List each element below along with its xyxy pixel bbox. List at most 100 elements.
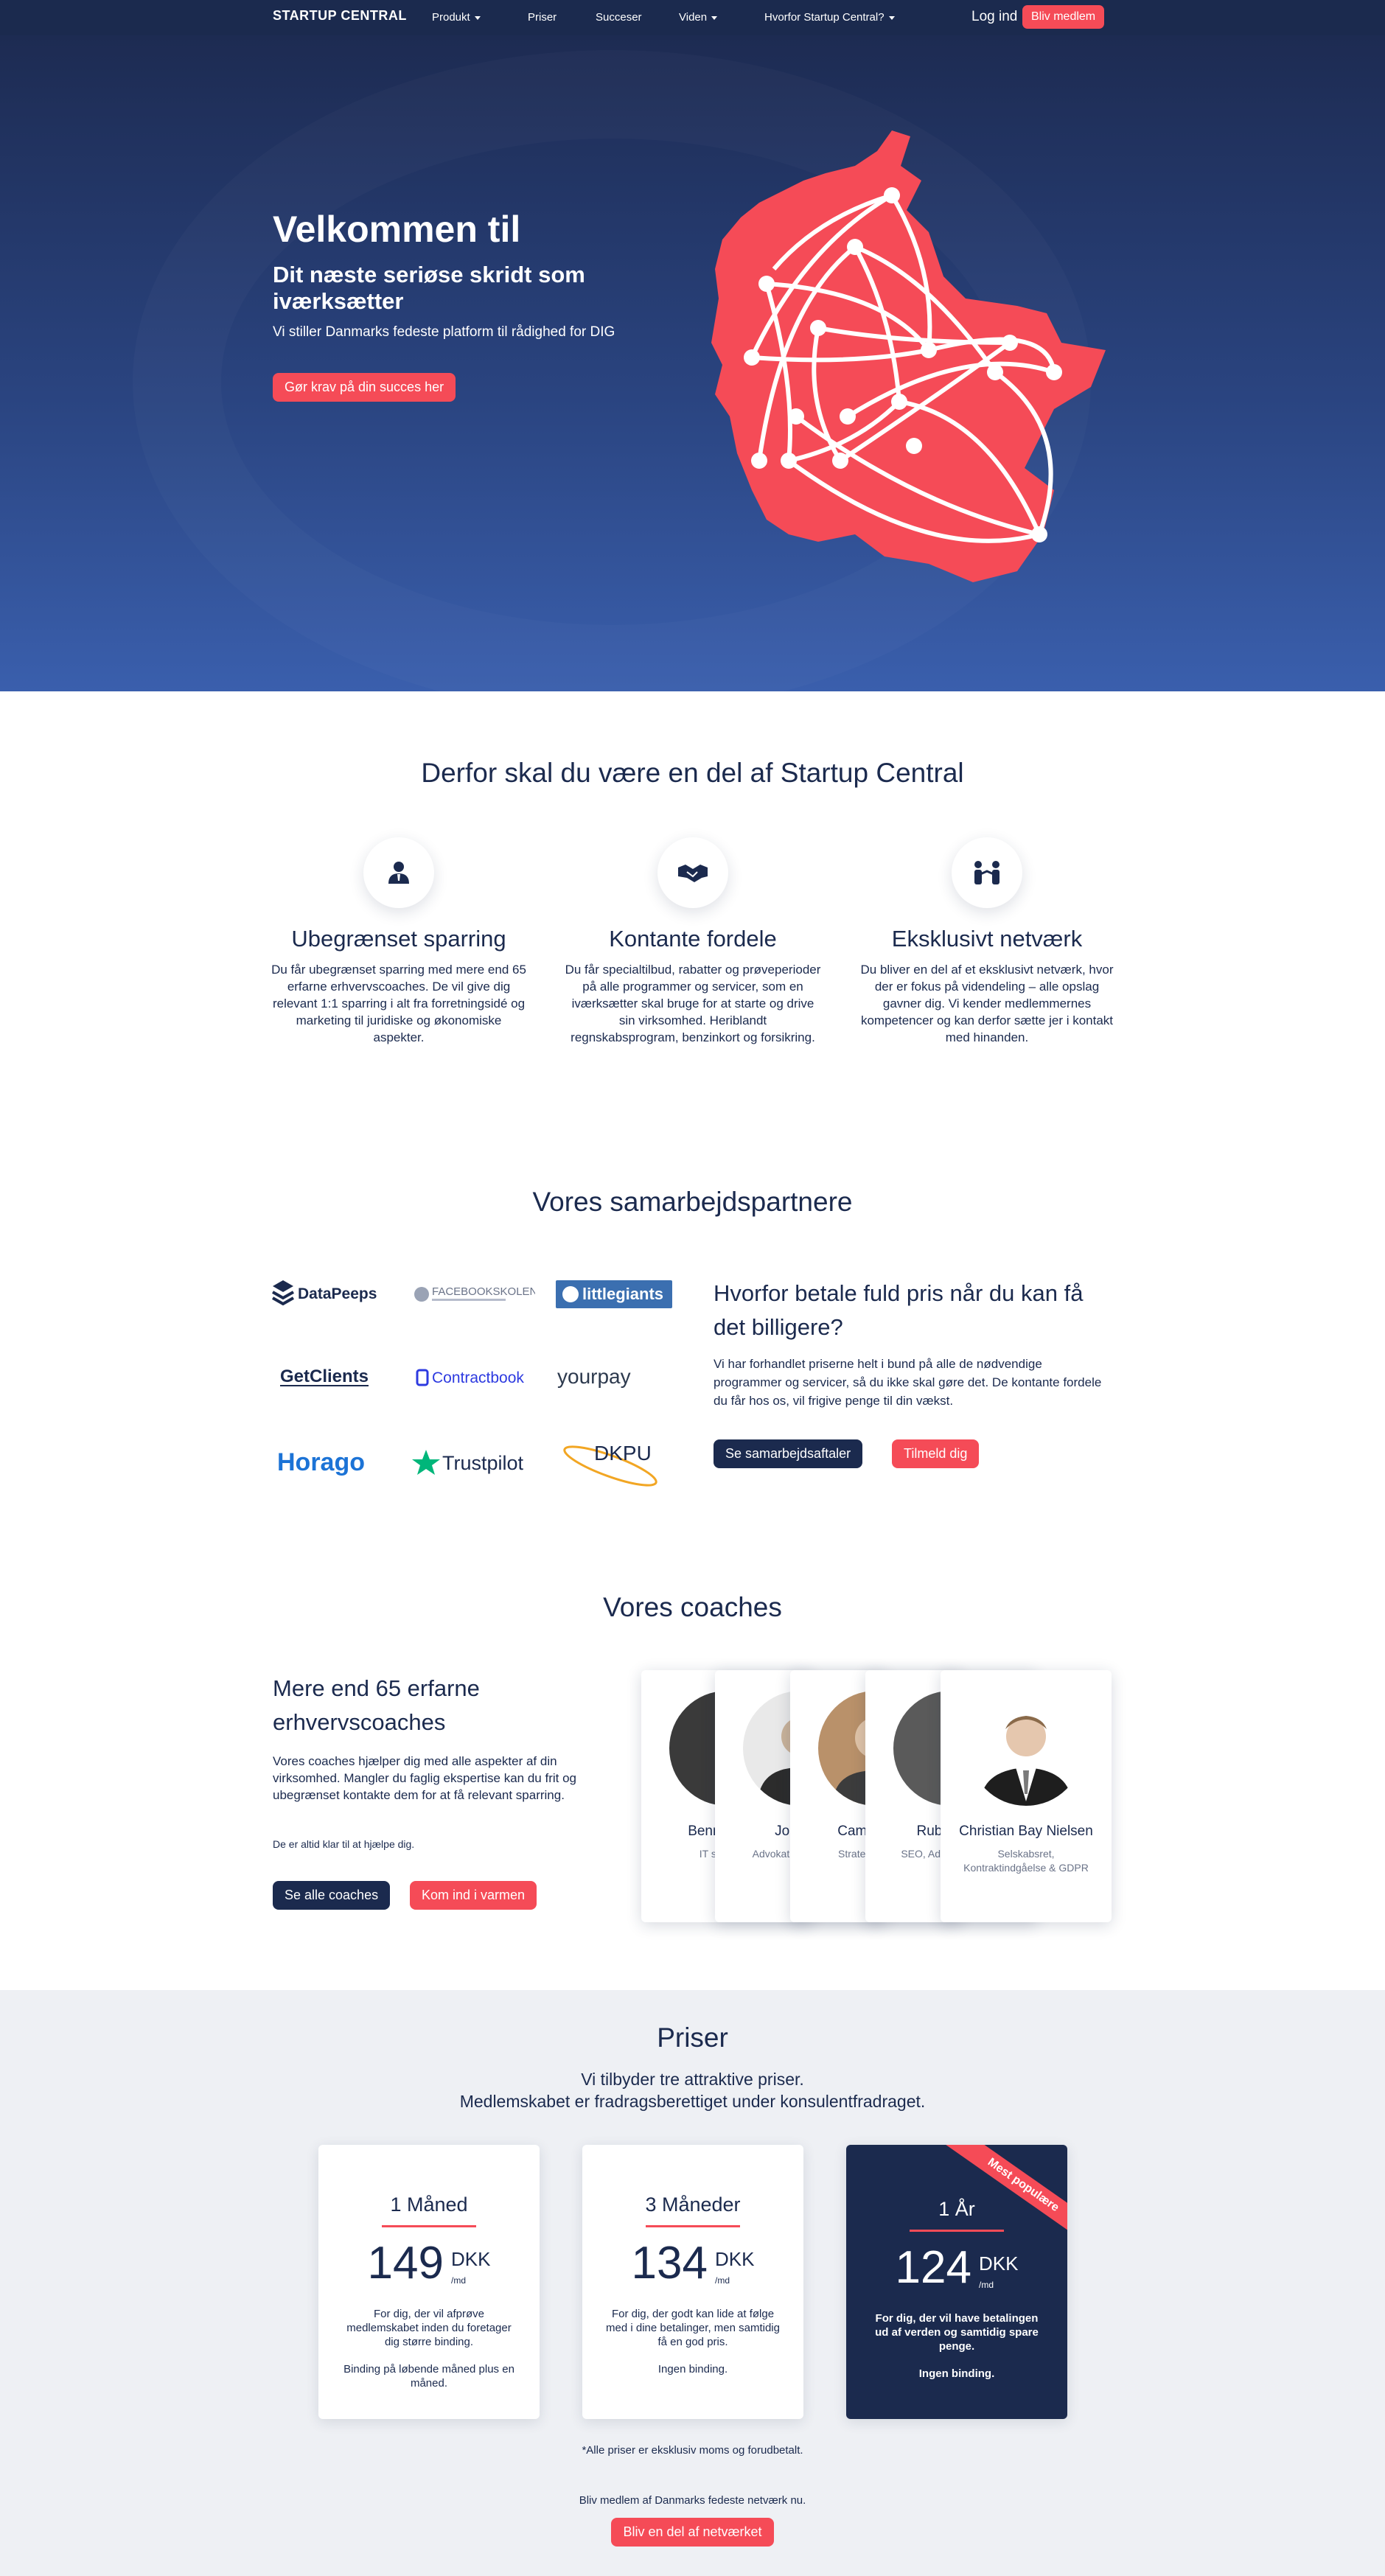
partner-logo-datapeeps[interactable]: DataPeeps xyxy=(268,1272,394,1316)
price-number: 134 xyxy=(631,2238,708,2289)
hero-cta-button[interactable]: Gør krav på din succes her xyxy=(273,373,456,402)
partner-logo-littlegiants[interactable]: littlegiants xyxy=(551,1272,677,1316)
hero-subtitle: Dit næste seriøse skridt som iværksætter xyxy=(273,262,585,314)
coaches-small-text: De er altid klar til at hjælpe dig. xyxy=(273,1838,415,1850)
plan-note: Ingen binding. xyxy=(918,2367,995,2380)
plan-price: 124 DKK/md xyxy=(846,2245,1067,2291)
chevron-down-icon xyxy=(474,15,481,20)
logo-text: DKPU xyxy=(594,1442,652,1465)
prices-footnote: *Alle priser er eksklusiv moms og forudb… xyxy=(582,2444,803,2457)
plan-title: 1 Måned xyxy=(390,2193,468,2216)
price-number: 149 xyxy=(367,2238,444,2289)
price-currency: DKK xyxy=(714,2248,755,2270)
price-period: /md xyxy=(714,2275,730,2286)
divider xyxy=(382,2225,476,2227)
prices-title: Priser xyxy=(657,2022,728,2053)
divider xyxy=(646,2225,740,2227)
prices-subtitle-1: Vi tilbyder tre attraktive priser. xyxy=(581,2070,804,2089)
nav-label: Hvorfor Startup Central? xyxy=(764,11,885,24)
plan-description: For dig, der godt kan lide at følge med … xyxy=(606,2308,780,2348)
partner-logo-yourpay[interactable]: yourpay xyxy=(551,1356,677,1400)
partner-logo-contractbook[interactable]: Contractbook xyxy=(410,1356,535,1400)
nav-item-produkt[interactable]: Produkt xyxy=(432,11,481,24)
feature-title: Kontante fordele xyxy=(609,926,777,952)
logo-text: Horago xyxy=(277,1448,365,1476)
plan-note: Binding på løbende måned plus en måned. xyxy=(343,2363,514,2390)
price-card-1-month[interactable]: 1 Måned 149 DKK/md For dig, der vil afpr… xyxy=(318,2145,540,2419)
prices-subtitle-2: Medlemskabet er fradragsberettiget under… xyxy=(459,2092,926,2111)
star-icon xyxy=(412,1450,440,1475)
plan-note: Ingen binding. xyxy=(657,2363,728,2376)
join-button[interactable]: Kom ind i varmen xyxy=(410,1881,537,1910)
price-number: 124 xyxy=(895,2242,971,2293)
price-period: /md xyxy=(450,2275,466,2286)
plan-title: 3 Måneder xyxy=(645,2193,741,2216)
nav-item-viden[interactable]: Viden xyxy=(679,11,718,24)
coach-role: Selskabsret, Kontraktindgåelse & GDPR xyxy=(963,1848,1089,1874)
nav-label: Priser xyxy=(528,11,557,24)
feature-text: Du bliver en del af et eksklusivt netvær… xyxy=(860,963,1114,1044)
logo-text: GetClients xyxy=(280,1366,369,1386)
coach-card-christian[interactable]: Christian Bay Nielsen Selskabsret, Kontr… xyxy=(941,1670,1112,1922)
logo-text: littlegiants xyxy=(582,1285,663,1303)
partner-logo-trustpilot[interactable]: Trustpilot xyxy=(410,1440,535,1484)
partner-logo-getclients[interactable]: GetClients xyxy=(268,1356,394,1400)
nav-label: Succeser xyxy=(596,11,642,24)
nav-item-priser[interactable]: Priser xyxy=(528,11,557,24)
join-network-button[interactable]: Bliv en del af netværket xyxy=(611,2518,774,2547)
chevron-down-icon xyxy=(711,15,718,20)
why-pay-text: Vi har forhandlet priserne helt i bund p… xyxy=(714,1357,1102,1408)
partner-logo-facebookskolen[interactable]: FACEBOOKSKOLEN xyxy=(410,1272,535,1316)
see-all-coaches-button[interactable]: Se alle coaches xyxy=(273,1881,391,1910)
feature-title: Ubegrænset sparring xyxy=(291,926,506,952)
partner-logo-dkpu[interactable]: DKPU xyxy=(551,1440,677,1487)
people-icon xyxy=(952,837,1022,908)
feature-netvaerk: Eksklusivt netværk Du bliver en del af e… xyxy=(858,837,1116,1046)
feature-title: Eksklusivt netværk xyxy=(891,926,1083,952)
coaches-heading: Mere end 65 erfarne erhvervscoaches xyxy=(273,1675,480,1735)
logo-text: Trustpilot xyxy=(442,1452,524,1474)
logo-text: DataPeeps xyxy=(298,1285,377,1302)
price-period: /md xyxy=(978,2280,994,2290)
signup-button[interactable]: Tilmeld dig xyxy=(892,1439,980,1468)
become-member-button[interactable]: Bliv medlem xyxy=(1022,5,1105,29)
nav-item-hvorfor[interactable]: Hvorfor Startup Central? xyxy=(764,11,895,24)
feature-text: Du får ubegrænset sparring med mere end … xyxy=(271,963,526,1044)
coach-name: Christian Bay Nielsen xyxy=(959,1823,1093,1839)
logo[interactable]: STARTUP CENTRAL xyxy=(273,8,407,24)
nav-label: Viden xyxy=(679,11,708,24)
logo-text: yourpay xyxy=(557,1365,631,1388)
hero-section xyxy=(0,35,1385,691)
plan-description: For dig, der vil have betalingen ud af v… xyxy=(875,2312,1039,2353)
startup-logo-text: STARTUP CENTRAL xyxy=(273,8,407,23)
nav-item-succeser[interactable]: Succeser xyxy=(596,11,642,24)
hero-text: Vi stiller Danmarks fedeste platform til… xyxy=(273,324,615,340)
partner-logo-horago[interactable]: Horago xyxy=(268,1440,394,1484)
login-link[interactable]: Log ind xyxy=(971,9,1017,25)
logo-text: FACEBOOKSKOLEN xyxy=(432,1285,535,1298)
plan-description: For dig, der vil afprøve medlemskabet in… xyxy=(346,2308,512,2348)
feature-fordele: Kontante fordele Du får specialtilbud, r… xyxy=(564,837,822,1046)
price-card-1-year[interactable]: Mest populære 1 År 124 DKK/md For dig, d… xyxy=(846,2145,1067,2419)
logo-text: Contractbook xyxy=(432,1369,524,1386)
divider xyxy=(910,2230,1004,2232)
price-currency: DKK xyxy=(978,2252,1019,2275)
see-deals-button[interactable]: Se samarbejdsaftaler xyxy=(714,1439,863,1468)
plan-price: 149 DKK/md xyxy=(318,2241,540,2286)
person-icon xyxy=(363,837,434,908)
why-section-title: Derfor skal du være en del af Startup Ce… xyxy=(421,758,964,788)
plan-price: 134 DKK/md xyxy=(582,2241,803,2286)
chevron-down-icon xyxy=(888,15,895,20)
nav-label: Produkt xyxy=(432,11,470,24)
coach-avatar xyxy=(969,1691,1084,1806)
price-card-3-months[interactable]: 3 Måneder 134 DKK/md For dig, der godt k… xyxy=(582,2145,803,2419)
price-currency: DKK xyxy=(450,2248,491,2270)
feature-text: Du får specialtilbud, rabatter og prøvep… xyxy=(565,963,821,1044)
why-pay-title: Hvorfor betale fuld pris når du kan få d… xyxy=(714,1280,1084,1340)
handshake-icon xyxy=(657,837,728,908)
denmark-network-map-illustration xyxy=(711,130,1106,582)
coaches-text: Vores coaches hjælper dig med alle aspek… xyxy=(273,1754,576,1802)
hero-title: Velkommen til xyxy=(273,209,521,250)
coaches-section-title: Vores coaches xyxy=(603,1592,782,1622)
feature-sparring: Ubegrænset sparring Du får ubegrænset sp… xyxy=(270,837,528,1046)
